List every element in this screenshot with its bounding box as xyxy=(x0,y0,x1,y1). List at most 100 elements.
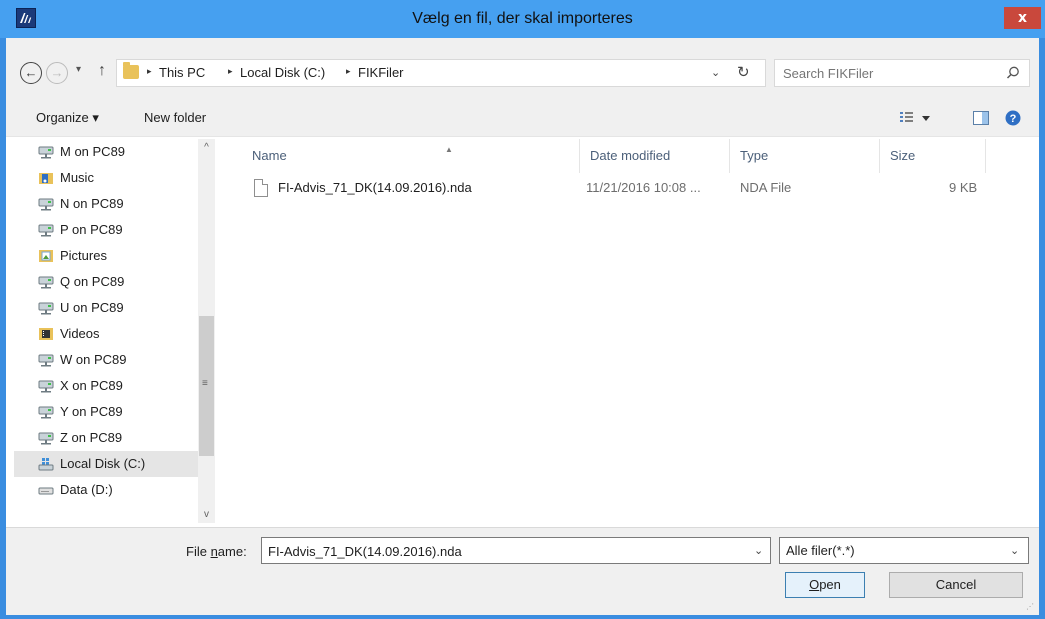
search-input[interactable] xyxy=(783,64,993,82)
file-list: Name ▲ Date modified Type Size FI-Advis_… xyxy=(234,139,1039,523)
tree-item-videos[interactable]: Videos xyxy=(14,321,198,347)
up-button[interactable]: ↑ xyxy=(98,62,106,80)
breadcrumb-this-pc[interactable]: This PC xyxy=(159,65,205,80)
tree-item-y-drive[interactable]: Y on PC89 xyxy=(14,399,198,425)
tree-item-label: Music xyxy=(60,170,94,185)
breadcrumb-separator-icon[interactable]: ▸ xyxy=(346,66,351,77)
forward-button[interactable]: → xyxy=(46,62,68,84)
network-drive-icon xyxy=(38,302,54,315)
tree-item-label: Data (D:) xyxy=(60,482,113,497)
address-bar[interactable]: ▸ This PC ▸ Local Disk (C:) ▸ FIKFiler ⌄… xyxy=(116,59,766,87)
new-folder-button[interactable]: New folder xyxy=(144,110,206,125)
navigation-tree: M on PC89 Music N on PC89 P on PC89 Pict… xyxy=(14,139,214,523)
column-header-name[interactable]: Name ▲ xyxy=(242,139,580,173)
chevron-down-icon[interactable]: ⌄ xyxy=(754,544,763,557)
breadcrumb-separator-icon[interactable]: ▸ xyxy=(228,66,233,77)
column-header-size[interactable]: Size xyxy=(880,139,986,173)
videos-folder-icon xyxy=(39,328,53,340)
file-name-label-suffix: ame: xyxy=(217,544,247,559)
help-icon[interactable]: ? xyxy=(1004,109,1022,127)
close-button[interactable]: x xyxy=(1004,7,1041,29)
tree-item-p-drive[interactable]: P on PC89 xyxy=(14,217,198,243)
recent-locations-dropdown[interactable]: ▾ xyxy=(76,64,81,75)
file-name-label-accelerator: n xyxy=(210,544,218,559)
column-header-label: Date modified xyxy=(590,148,671,163)
tree-item-label: M on PC89 xyxy=(60,144,126,159)
tree-item-w-drive[interactable]: W on PC89 xyxy=(14,347,198,373)
breadcrumb-separator-icon: ▸ xyxy=(147,66,152,76)
file-name-input[interactable] xyxy=(268,543,728,560)
tree-item-u-drive[interactable]: U on PC89 xyxy=(14,295,198,321)
breadcrumb-fikfiler[interactable]: FIKFiler xyxy=(358,65,404,80)
network-drive-icon xyxy=(38,276,54,289)
window-title: Vælg en fil, der skal importeres xyxy=(412,10,633,27)
network-drive-icon xyxy=(38,354,54,367)
back-button[interactable]: ← xyxy=(20,62,42,84)
navigation-scrollbar[interactable]: ^ ≡ v xyxy=(198,139,215,523)
pictures-folder-icon xyxy=(39,250,53,262)
file-name-combobox[interactable]: ⌄ xyxy=(261,537,771,564)
network-drive-icon xyxy=(38,432,54,445)
column-header-date-modified[interactable]: Date modified xyxy=(580,139,730,173)
tree-item-label: X on PC89 xyxy=(60,378,123,393)
tree-item-z-drive[interactable]: Z on PC89 xyxy=(14,425,198,451)
tree-item-m-drive[interactable]: M on PC89 xyxy=(14,139,198,165)
refresh-icon[interactable]: ↻ xyxy=(737,63,750,81)
preview-pane-icon[interactable] xyxy=(972,109,990,127)
search-icon[interactable] xyxy=(1005,65,1021,81)
network-drive-icon xyxy=(38,146,54,159)
search-box[interactable] xyxy=(774,59,1030,87)
organize-button[interactable]: Organize ▾ xyxy=(36,110,99,126)
address-dropdown-icon[interactable]: ⌄ xyxy=(711,66,720,79)
tree-item-music[interactable]: Music xyxy=(14,165,198,191)
tree-item-label: Z on PC89 xyxy=(60,430,123,445)
file-row[interactable]: FI-Advis_71_DK(14.09.2016).nda 11/21/201… xyxy=(234,175,994,201)
title-bar[interactable]: Vælg en fil, der skal importeres x xyxy=(0,0,1045,38)
change-view-icon[interactable] xyxy=(899,109,935,127)
file-type: NDA File xyxy=(740,180,792,195)
dialog-body: ← → ▾ ↑ ▸ This PC ▸ Local Disk (C:) ▸ FI… xyxy=(6,38,1039,615)
tree-item-data-drive[interactable]: Data (D:) xyxy=(14,477,198,503)
resize-grip-icon[interactable]: ⋰ xyxy=(1026,602,1034,611)
browser-pane: M on PC89 Music N on PC89 P on PC89 Pict… xyxy=(6,136,1039,528)
tree-item-label: U on PC89 xyxy=(60,300,124,315)
column-header-type[interactable]: Type xyxy=(730,139,880,173)
system-drive-icon xyxy=(38,458,54,471)
dialog-window: Vælg en fil, der skal importeres x ← → ▾… xyxy=(0,0,1045,619)
breadcrumb-local-disk[interactable]: Local Disk (C:) xyxy=(240,65,325,80)
tree-item-n-drive[interactable]: N on PC89 xyxy=(14,191,198,217)
network-drive-icon xyxy=(38,406,54,419)
scroll-down-button[interactable]: v xyxy=(198,506,215,523)
cancel-button[interactable]: Cancel xyxy=(889,572,1023,598)
folder-icon xyxy=(123,62,139,79)
column-header-label: Name xyxy=(252,148,287,163)
file-date-modified: 11/21/2016 10:08 ... xyxy=(586,180,701,195)
network-drive-icon xyxy=(38,224,54,237)
file-type-select[interactable]: Alle filer(*.*) ⌄ xyxy=(779,537,1029,564)
tree-item-label: Y on PC89 xyxy=(60,404,123,419)
open-button[interactable]: Open xyxy=(785,572,865,598)
open-button-accelerator: O xyxy=(809,577,820,592)
sort-ascending-icon: ▲ xyxy=(445,145,453,154)
tree-item-label: Local Disk (C:) xyxy=(60,456,146,471)
column-header-label: Type xyxy=(740,148,769,163)
tree-item-local-disk[interactable]: Local Disk (C:) xyxy=(14,451,198,477)
tree-item-label: P on PC89 xyxy=(60,222,123,237)
scroll-thumb[interactable]: ≡ xyxy=(199,316,214,456)
tree-item-label: Pictures xyxy=(60,248,107,263)
command-bar: Organize ▾ New folder ? xyxy=(6,100,1039,136)
tree-item-label: Q on PC89 xyxy=(60,274,125,289)
navigation-bar: ← → ▾ ↑ ▸ This PC ▸ Local Disk (C:) ▸ FI… xyxy=(6,38,1039,94)
open-button-label: pen xyxy=(819,577,841,592)
hard-drive-icon xyxy=(38,487,54,495)
tree-item-pictures[interactable]: Pictures xyxy=(14,243,198,269)
scroll-up-button[interactable]: ^ xyxy=(198,139,215,156)
help-glyph: ? xyxy=(1010,113,1017,125)
tree-item-label: N on PC89 xyxy=(60,196,124,211)
tree-item-x-drive[interactable]: X on PC89 xyxy=(14,373,198,399)
scroll-grip-icon: ≡ xyxy=(202,378,208,389)
tree-item-q-drive[interactable]: Q on PC89 xyxy=(14,269,198,295)
file-name-label-prefix: File xyxy=(186,544,211,559)
network-drive-icon xyxy=(38,380,54,393)
chevron-down-icon[interactable]: ⌄ xyxy=(1010,544,1019,557)
